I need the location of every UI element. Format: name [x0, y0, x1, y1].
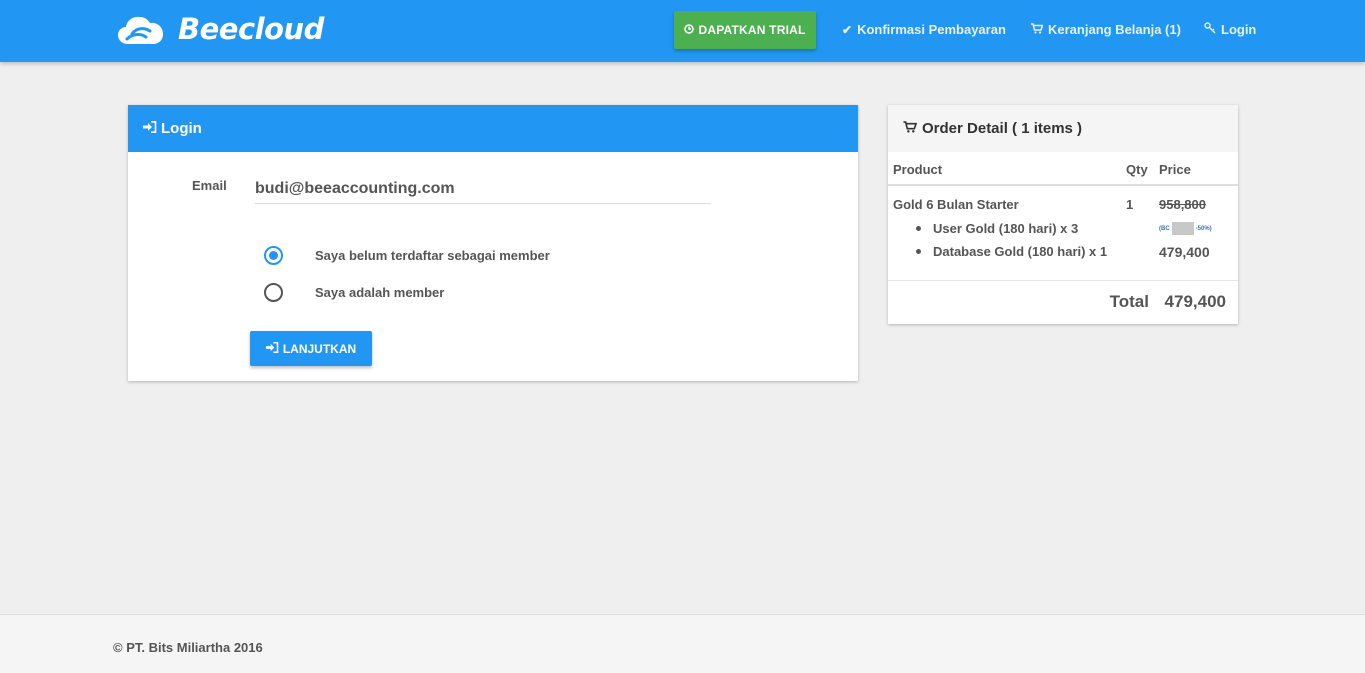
check-icon: ✔ — [842, 22, 853, 37]
sign-in-icon — [143, 120, 157, 137]
get-trial-button[interactable]: DAPATKAN TRIAL — [674, 11, 816, 49]
radio-existing-member[interactable]: Saya adalah member — [264, 283, 444, 302]
login-header: Login — [128, 105, 858, 152]
get-trial-label: DAPATKAN TRIAL — [698, 23, 806, 37]
cart-icon — [1031, 22, 1044, 37]
nav-confirm-label: Konfirmasi Pembayaran — [857, 22, 1006, 37]
discount-percent: -50%) — [1195, 225, 1212, 232]
radio-existing-member-label[interactable]: Saya adalah member — [315, 285, 444, 300]
nav-login[interactable]: Login — [1204, 22, 1256, 37]
continue-button[interactable]: LANJUTKAN — [250, 331, 372, 366]
bullet-icon — [916, 226, 921, 231]
product-name: Gold 6 Bulan Starter — [893, 197, 1019, 212]
product-qty: 1 — [1126, 197, 1134, 212]
column-product: Product — [893, 162, 943, 177]
order-header: Order Detail ( 1 items ) — [888, 105, 1238, 152]
list-item: Database Gold (180 hari) x 1 — [916, 244, 1107, 259]
key-icon — [1204, 22, 1216, 37]
clock-icon — [684, 23, 695, 37]
radio-new-member-button[interactable] — [264, 246, 283, 265]
order-table-header: Product Qty Price — [888, 152, 1238, 186]
brand-logo[interactable]: Beecloud — [118, 12, 324, 46]
continue-label: LANJUTKAN — [282, 341, 357, 356]
radio-new-member-label[interactable]: Saya belum terdaftar sebagai member — [315, 248, 550, 263]
redacted-code — [1171, 222, 1194, 235]
total-label: Total — [1109, 292, 1149, 311]
original-price: 958,800 — [1159, 197, 1206, 212]
login-title: Login — [161, 120, 202, 137]
radio-existing-member-button[interactable] — [264, 283, 283, 302]
email-field[interactable] — [255, 175, 711, 204]
order-title: Order Detail ( 1 items ) — [922, 120, 1083, 137]
copyright-text: © PT. Bits Miliartha 2016 — [113, 640, 263, 655]
total-value: 479,400 — [1164, 292, 1226, 311]
nav-cart[interactable]: Keranjang Belanja (1) — [1031, 22, 1181, 37]
top-navbar: Beecloud DAPATKAN TRIAL ✔ Konfirmasi Pem… — [0, 0, 1365, 62]
nav-confirm-payment[interactable]: ✔ Konfirmasi Pembayaran — [842, 22, 1006, 37]
brand-name: Beecloud — [178, 12, 324, 46]
list-item-label: Database Gold (180 hari) x 1 — [933, 244, 1108, 259]
nav-cart-label: Keranjang Belanja (1) — [1048, 22, 1181, 37]
email-label: Email — [192, 178, 227, 193]
column-price: Price — [1159, 162, 1191, 177]
divider — [888, 280, 1238, 281]
discounted-price: 479,400 — [1159, 244, 1210, 260]
discount-badge: (BC -50%) — [1159, 222, 1212, 235]
column-qty: Qty — [1126, 162, 1148, 177]
list-item-label: User Gold (180 hari) x 3 — [933, 221, 1079, 236]
cloud-logo-icon — [118, 16, 163, 44]
footer: © PT. Bits Miliartha 2016 — [0, 614, 1365, 673]
cart-icon — [903, 120, 918, 137]
radio-new-member[interactable]: Saya belum terdaftar sebagai member — [264, 246, 550, 265]
order-detail-panel: Order Detail ( 1 items ) Product Qty Pri… — [888, 105, 1238, 324]
bullet-icon — [916, 249, 921, 254]
nav-login-label: Login — [1221, 22, 1257, 37]
list-item: User Gold (180 hari) x 3 — [916, 221, 1078, 236]
sign-in-icon — [265, 341, 279, 356]
login-panel: Login Email Saya belum terdaftar sebagai… — [128, 105, 858, 381]
discount-prefix: (BC — [1159, 225, 1170, 232]
